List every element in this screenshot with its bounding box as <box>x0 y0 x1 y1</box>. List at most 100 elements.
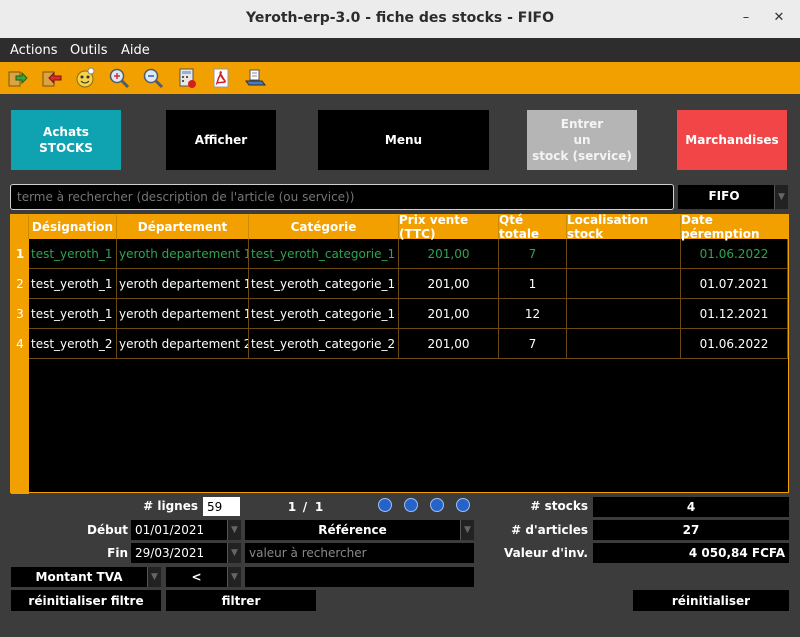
cell-localisation[interactable] <box>567 329 681 359</box>
afficher-button[interactable]: Afficher <box>166 110 276 170</box>
col-qte-totale[interactable]: Qté totale <box>499 213 567 241</box>
minimize-icon[interactable]: – <box>738 10 754 26</box>
cell-prix-vente[interactable]: 201,00 <box>399 269 499 299</box>
window-title: Yeroth-erp-3.0 - fiche des stocks - FIFO <box>245 10 555 26</box>
montant-tva-value: Montant TVA <box>35 570 123 584</box>
scanner-icon[interactable] <box>244 67 266 89</box>
fifo-select[interactable]: FIFO ▼ <box>678 185 788 209</box>
row-number[interactable]: 4 <box>11 329 29 359</box>
montant-value-input[interactable] <box>245 567 474 587</box>
cell-date-peremption[interactable]: 01.12.2021 <box>681 299 788 329</box>
cell-localisation[interactable] <box>567 269 681 299</box>
marchandises-button[interactable]: Marchandises <box>677 110 787 170</box>
col-date-peremption[interactable]: Date péremption <box>681 213 788 241</box>
achats-stocks-button[interactable]: Achats STOCKS <box>11 110 121 170</box>
menu-outils[interactable]: Outils <box>70 43 108 58</box>
col-designation[interactable]: Désignation <box>29 215 117 239</box>
chevron-down-icon[interactable]: ▼ <box>774 185 788 209</box>
row-number[interactable]: 2 <box>11 269 29 299</box>
inventory-value: 4 050,84 FCFA <box>593 543 789 563</box>
cell-categorie[interactable]: test_yeroth_categorie_1 <box>249 269 399 299</box>
row-number[interactable]: 3 <box>11 299 29 329</box>
chevron-down-icon[interactable]: ▼ <box>227 567 241 587</box>
lines-input[interactable]: 59 <box>203 497 240 516</box>
next-page-icon[interactable] <box>430 498 444 512</box>
cell-designation[interactable]: test_yeroth_1 <box>29 239 117 269</box>
pdf-icon[interactable] <box>210 67 232 89</box>
col-categorie[interactable]: Catégorie <box>249 215 399 239</box>
page-current: 1 <box>287 500 297 514</box>
cell-designation[interactable]: test_yeroth_1 <box>29 299 117 329</box>
debut-date-field[interactable]: 01/01/2021 ▼ <box>131 520 241 540</box>
cell-prix-vente[interactable]: 201,00 <box>399 299 499 329</box>
row-number[interactable]: 1 <box>11 239 29 269</box>
filter-value-input[interactable]: valeur à rechercher <box>245 543 474 563</box>
cell-localisation[interactable] <box>567 239 681 269</box>
toolbar <box>0 62 800 94</box>
marchandises-label: Marchandises <box>685 133 779 147</box>
export-icon[interactable] <box>6 67 28 89</box>
col-departement[interactable]: Département <box>117 215 249 239</box>
cell-categorie[interactable]: test_yeroth_categorie_1 <box>249 299 399 329</box>
cell-departement[interactable]: yeroth departement 1 <box>117 269 249 299</box>
fin-date-value: 29/03/2021 <box>135 546 205 560</box>
page-separator: / <box>302 500 308 514</box>
menu-button[interactable]: Menu <box>318 110 489 170</box>
last-page-icon[interactable] <box>456 498 470 512</box>
calculator-print-icon[interactable] <box>176 67 198 89</box>
cell-date-peremption[interactable]: 01.06.2022 <box>681 329 788 359</box>
filter-button[interactable]: filtrer <box>166 590 316 611</box>
cell-date-peremption[interactable]: 01.07.2021 <box>681 269 788 299</box>
zoom-in-icon[interactable] <box>108 67 130 89</box>
chevron-down-icon[interactable]: ▼ <box>147 567 161 587</box>
face-icon[interactable] <box>74 67 96 89</box>
cell-date-peremption[interactable]: 01.06.2022 <box>681 239 788 269</box>
previous-page-icon[interactable] <box>404 498 418 512</box>
cell-qte-totale[interactable]: 12 <box>499 299 567 329</box>
cell-qte-totale[interactable]: 7 <box>499 239 567 269</box>
chevron-down-icon[interactable]: ▼ <box>227 520 241 540</box>
menu-actions[interactable]: Actions <box>10 43 58 58</box>
page-total: 1 <box>314 500 324 514</box>
cell-designation[interactable]: test_yeroth_2 <box>29 329 117 359</box>
col-prix-vente[interactable]: Prix vente (TTC) <box>399 213 499 241</box>
col-localisation[interactable]: Localisation stock <box>567 213 681 241</box>
close-icon[interactable]: ✕ <box>771 10 787 26</box>
cell-qte-totale[interactable]: 1 <box>499 269 567 299</box>
cell-prix-vente[interactable]: 201,00 <box>399 239 499 269</box>
operator-select[interactable]: < ▼ <box>166 567 241 587</box>
chevron-down-icon[interactable]: ▼ <box>460 520 474 540</box>
cell-designation[interactable]: test_yeroth_1 <box>29 269 117 299</box>
operator-value: < <box>191 570 202 584</box>
cell-qte-totale[interactable]: 7 <box>499 329 567 359</box>
debut-label: Début <box>87 523 128 537</box>
cell-prix-vente[interactable]: 201,00 <box>399 329 499 359</box>
menu-aide[interactable]: Aide <box>121 43 150 58</box>
chevron-down-icon[interactable]: ▼ <box>227 543 241 563</box>
inventory-value-label: Valeur d'inv. <box>504 546 588 560</box>
achats-stocks-label: Achats STOCKS <box>39 125 93 155</box>
search-input[interactable] <box>10 184 674 210</box>
cell-categorie[interactable]: test_yeroth_categorie_2 <box>249 329 399 359</box>
zoom-out-icon[interactable] <box>142 67 164 89</box>
cell-departement[interactable]: yeroth departement 1 <box>117 239 249 269</box>
back-icon[interactable] <box>40 67 62 89</box>
montant-tva-select[interactable]: Montant TVA ▼ <box>11 567 161 587</box>
reference-select[interactable]: Référence ▼ <box>245 520 474 540</box>
title-bar: Yeroth-erp-3.0 - fiche des stocks - FIFO… <box>0 0 800 38</box>
stocks-count-label: # stocks <box>530 499 588 513</box>
stocks-count-value: 4 <box>593 497 789 517</box>
articles-count-value: 27 <box>593 520 789 540</box>
reset-button[interactable]: réinitialiser <box>633 590 789 611</box>
table-corner <box>11 215 29 239</box>
fin-label: Fin <box>107 546 128 560</box>
first-page-icon[interactable] <box>378 498 392 512</box>
entrer-stock-button[interactable]: Entrer un stock (service) <box>527 110 637 170</box>
reference-select-value: Référence <box>318 523 387 537</box>
cell-localisation[interactable] <box>567 299 681 329</box>
cell-departement[interactable]: yeroth departement 1 <box>117 299 249 329</box>
cell-categorie[interactable]: test_yeroth_categorie_1 <box>249 239 399 269</box>
reset-filter-button[interactable]: réinitialiser filtre <box>11 590 161 611</box>
cell-departement[interactable]: yeroth departement 2 <box>117 329 249 359</box>
fin-date-field[interactable]: 29/03/2021 ▼ <box>131 543 241 563</box>
